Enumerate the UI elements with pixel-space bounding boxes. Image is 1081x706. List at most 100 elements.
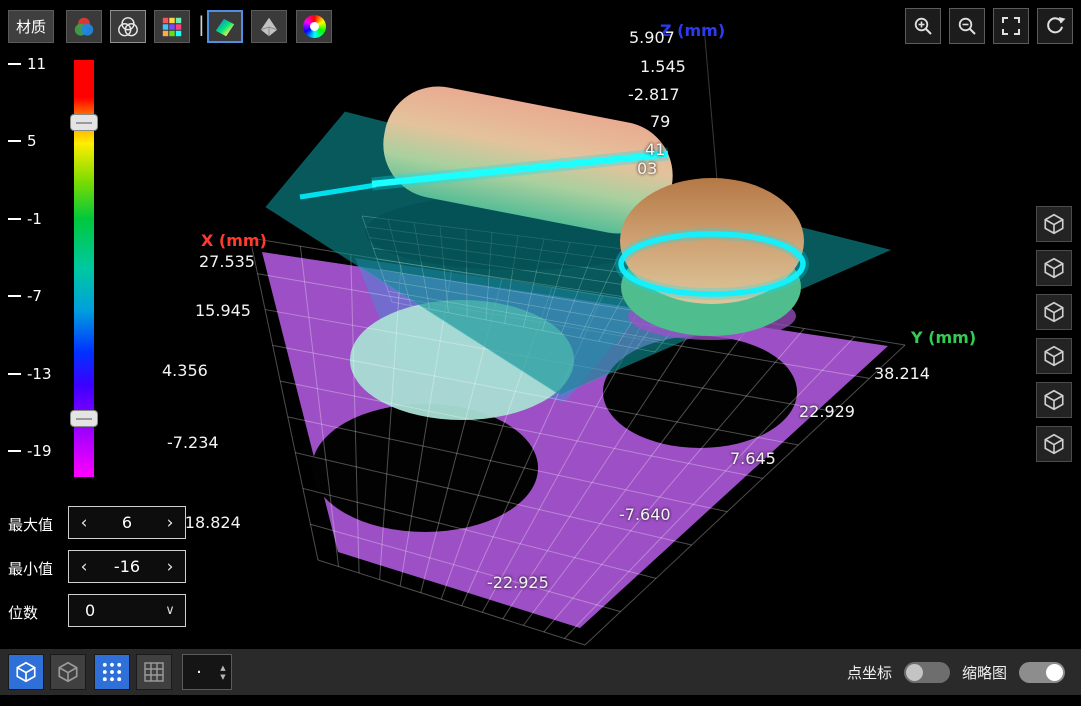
cube-icon bbox=[1042, 212, 1066, 236]
cube-icon bbox=[14, 660, 38, 684]
zoom-out-button[interactable] bbox=[949, 8, 985, 44]
thumbnail-label: 缩略图 bbox=[962, 662, 1007, 683]
spinner-arrows[interactable]: ▲ ▼ bbox=[215, 664, 231, 681]
view-orientation-button-2[interactable] bbox=[1036, 250, 1072, 286]
zoom-out-icon bbox=[955, 14, 979, 38]
channel-mix-button[interactable] bbox=[110, 10, 146, 43]
x-tick: 15.945 bbox=[195, 301, 251, 320]
colorbar-tick-value: -19 bbox=[27, 442, 52, 460]
min-value-label: 最小值 bbox=[8, 558, 53, 579]
cube-icon bbox=[1042, 388, 1066, 412]
max-value-label: 最大值 bbox=[8, 514, 53, 535]
colorbar-tick: -7 bbox=[8, 287, 42, 305]
toolbar-separator: | bbox=[198, 12, 205, 36]
rgb-channels-button[interactable] bbox=[66, 10, 102, 43]
x-tick: -18.824 bbox=[179, 513, 241, 532]
min-value: -16 bbox=[99, 557, 155, 576]
zoom-in-icon bbox=[911, 14, 935, 38]
z-tick: 03 bbox=[637, 159, 657, 178]
digits-dropdown[interactable]: 0 ∨ bbox=[68, 594, 186, 627]
digits-value: 0 bbox=[69, 601, 155, 620]
y-tick: 22.929 bbox=[799, 402, 855, 421]
fit-view-icon bbox=[999, 14, 1023, 38]
cube-icon bbox=[1042, 344, 1066, 368]
cube-icon bbox=[1042, 432, 1066, 456]
point-cloud-view-button[interactable] bbox=[8, 654, 44, 690]
solid-shading-button[interactable] bbox=[251, 10, 287, 43]
z-tick: 5.907 bbox=[629, 28, 675, 47]
mesh-grid-icon bbox=[142, 660, 166, 684]
z-tick: -2.817 bbox=[628, 85, 680, 104]
spinner-up-icon[interactable]: ▲ bbox=[220, 664, 225, 672]
max-value-stepper: ‹ 6 › bbox=[68, 506, 186, 539]
rgb-circles-icon bbox=[71, 14, 97, 40]
colorbar-tick: 11 bbox=[8, 55, 46, 73]
z-tick: 41 bbox=[645, 140, 665, 159]
color-wheel-button[interactable] bbox=[296, 10, 332, 43]
y-tick: 38.214 bbox=[874, 364, 930, 383]
max-value: 6 bbox=[99, 513, 155, 532]
y-tick: 7.645 bbox=[730, 449, 776, 468]
z-axis-line bbox=[704, 26, 717, 180]
cube-icon bbox=[1042, 256, 1066, 280]
digits-label: 位数 bbox=[8, 602, 38, 623]
colorbar-tick-value: -1 bbox=[27, 210, 42, 228]
grid-display-button[interactable] bbox=[136, 654, 172, 690]
point-coord-label: 点坐标 bbox=[847, 662, 892, 683]
x-axis-label: X (mm) bbox=[201, 231, 267, 250]
fit-view-button[interactable] bbox=[993, 8, 1029, 44]
colorbar-tick: -13 bbox=[8, 365, 52, 383]
x-tick: -7.234 bbox=[167, 433, 219, 452]
venn-diagram-icon bbox=[115, 14, 141, 40]
view-orientation-button-4[interactable] bbox=[1036, 338, 1072, 374]
view-orientation-button-1[interactable] bbox=[1036, 206, 1072, 242]
view-orientation-button-3[interactable] bbox=[1036, 294, 1072, 330]
x-tick: 27.535 bbox=[199, 252, 255, 271]
min-value-stepper: ‹ -16 › bbox=[68, 550, 186, 583]
min-increase-button[interactable]: › bbox=[155, 557, 185, 577]
point-size-value: · bbox=[183, 662, 215, 683]
toggle-knob bbox=[906, 664, 923, 681]
spinner-down-icon[interactable]: ▼ bbox=[220, 673, 225, 681]
view-orientation-button-5[interactable] bbox=[1036, 382, 1072, 418]
colorbar-max-handle[interactable] bbox=[70, 114, 98, 131]
max-increase-button[interactable]: › bbox=[155, 513, 185, 533]
colorbar-tick: 5 bbox=[8, 132, 37, 150]
status-bar: · ▲ ▼ 点坐标 缩略图 bbox=[0, 649, 1081, 695]
y-axis-label: Y (mm) bbox=[911, 328, 976, 347]
x-tick: 4.356 bbox=[162, 361, 208, 380]
reset-view-button[interactable] bbox=[1037, 8, 1073, 44]
point-size-spinner[interactable]: · ▲ ▼ bbox=[182, 654, 232, 690]
colorbar-tick: -19 bbox=[8, 442, 52, 460]
material-button-label: 材质 bbox=[16, 16, 46, 37]
z-tick: 79 bbox=[650, 112, 670, 131]
mesh-view-button[interactable] bbox=[50, 654, 86, 690]
app-window: Z (mm) 5.907 1.545 -2.817 79 41 03 X (mm… bbox=[0, 0, 1081, 706]
reset-view-icon bbox=[1043, 14, 1067, 38]
max-decrease-button[interactable]: ‹ bbox=[69, 513, 99, 533]
material-button[interactable]: 材质 bbox=[8, 10, 54, 43]
palette-grid-button[interactable] bbox=[154, 10, 190, 43]
thumbnail-toggle[interactable] bbox=[1019, 662, 1065, 683]
point-grid-icon bbox=[100, 660, 124, 684]
z-tick: 1.545 bbox=[640, 57, 686, 76]
chevron-down-icon: ∨ bbox=[155, 603, 185, 618]
cube-icon bbox=[1042, 300, 1066, 324]
color-grid-icon bbox=[159, 14, 185, 40]
point-coord-toggle[interactable] bbox=[904, 662, 950, 683]
view-orientation-button-6[interactable] bbox=[1036, 426, 1072, 462]
colorbar-tick-value: 11 bbox=[27, 55, 46, 73]
colorbar-min-handle[interactable] bbox=[70, 410, 98, 427]
colorbar-tick-value: 5 bbox=[27, 132, 37, 150]
status-toggles: 点坐标 缩略图 bbox=[847, 649, 1065, 695]
colorbar-tick-value: -7 bbox=[27, 287, 42, 305]
zoom-in-button[interactable] bbox=[905, 8, 941, 44]
toggle-knob bbox=[1046, 664, 1063, 681]
cone-icon bbox=[256, 14, 282, 40]
colorbar-tick-value: -13 bbox=[27, 365, 52, 383]
colormap-button[interactable] bbox=[207, 10, 243, 43]
min-decrease-button[interactable]: ‹ bbox=[69, 557, 99, 577]
colormap-plane-icon bbox=[212, 14, 238, 40]
color-wheel-icon bbox=[303, 15, 326, 38]
point-display-button[interactable] bbox=[94, 654, 130, 690]
